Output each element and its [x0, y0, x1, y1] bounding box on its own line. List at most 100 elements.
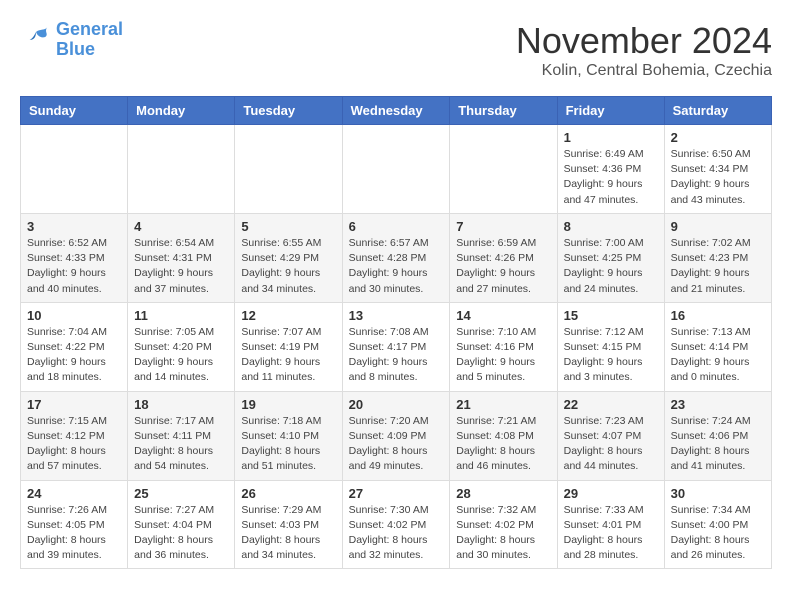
calendar-week-row: 24 Sunrise: 7:26 AM Sunset: 4:05 PM Dayli…	[21, 480, 772, 569]
day-info: Sunrise: 7:15 AM Sunset: 4:12 PM Dayligh…	[27, 414, 121, 475]
day-number: 27	[349, 486, 444, 501]
calendar-header-row: SundayMondayTuesdayWednesdayThursdayFrid…	[21, 97, 772, 125]
day-info: Sunrise: 7:13 AM Sunset: 4:14 PM Dayligh…	[671, 325, 765, 386]
calendar-cell: 7 Sunrise: 6:59 AM Sunset: 4:26 PM Daylig…	[450, 213, 557, 302]
day-number: 22	[564, 397, 658, 412]
day-number: 1	[564, 130, 658, 145]
calendar-cell: 30Sunrise: 7:34 AM Sunset: 4:00 PM Dayli…	[664, 480, 771, 569]
day-info: Sunrise: 6:54 AM Sunset: 4:31 PM Dayligh…	[134, 236, 228, 297]
day-number: 11	[134, 308, 228, 323]
day-number: 16	[671, 308, 765, 323]
calendar-cell: 4 Sunrise: 6:54 AM Sunset: 4:31 PM Daylig…	[128, 213, 235, 302]
day-info: Sunrise: 7:04 AM Sunset: 4:22 PM Dayligh…	[27, 325, 121, 386]
day-info: Sunrise: 7:26 AM Sunset: 4:05 PM Dayligh…	[27, 503, 121, 564]
day-number: 21	[456, 397, 550, 412]
calendar-cell: 3 Sunrise: 6:52 AM Sunset: 4:33 PM Daylig…	[21, 213, 128, 302]
calendar-cell: 2 Sunrise: 6:50 AM Sunset: 4:34 PM Daylig…	[664, 125, 771, 214]
day-info: Sunrise: 7:32 AM Sunset: 4:02 PM Dayligh…	[456, 503, 550, 564]
day-info: Sunrise: 7:27 AM Sunset: 4:04 PM Dayligh…	[134, 503, 228, 564]
day-number: 3	[27, 219, 121, 234]
day-number: 29	[564, 486, 658, 501]
calendar-cell	[21, 125, 128, 214]
calendar-header-thursday: Thursday	[450, 97, 557, 125]
day-number: 20	[349, 397, 444, 412]
calendar-header-wednesday: Wednesday	[342, 97, 450, 125]
page-header: General Blue November 2024 Kolin, Centra…	[20, 20, 772, 80]
logo-text: General Blue	[56, 20, 123, 60]
day-info: Sunrise: 7:23 AM Sunset: 4:07 PM Dayligh…	[564, 414, 658, 475]
day-info: Sunrise: 7:21 AM Sunset: 4:08 PM Dayligh…	[456, 414, 550, 475]
calendar-cell	[342, 125, 450, 214]
day-number: 5	[241, 219, 335, 234]
day-info: Sunrise: 7:33 AM Sunset: 4:01 PM Dayligh…	[564, 503, 658, 564]
day-info: Sunrise: 6:55 AM Sunset: 4:29 PM Dayligh…	[241, 236, 335, 297]
day-number: 10	[27, 308, 121, 323]
day-number: 6	[349, 219, 444, 234]
day-info: Sunrise: 7:18 AM Sunset: 4:10 PM Dayligh…	[241, 414, 335, 475]
calendar-cell: 9Sunrise: 7:02 AM Sunset: 4:23 PM Daylig…	[664, 213, 771, 302]
day-number: 15	[564, 308, 658, 323]
calendar-cell	[128, 125, 235, 214]
day-info: Sunrise: 7:08 AM Sunset: 4:17 PM Dayligh…	[349, 325, 444, 386]
calendar-week-row: 10 Sunrise: 7:04 AM Sunset: 4:22 PM Dayli…	[21, 302, 772, 391]
day-number: 24	[27, 486, 121, 501]
calendar-cell: 28 Sunrise: 7:32 AM Sunset: 4:02 PM Dayli…	[450, 480, 557, 569]
day-number: 12	[241, 308, 335, 323]
day-info: Sunrise: 6:57 AM Sunset: 4:28 PM Dayligh…	[349, 236, 444, 297]
day-number: 26	[241, 486, 335, 501]
calendar-cell: 19Sunrise: 7:18 AM Sunset: 4:10 PM Dayli…	[235, 391, 342, 480]
day-number: 23	[671, 397, 765, 412]
calendar-header-tuesday: Tuesday	[235, 97, 342, 125]
calendar-cell: 12Sunrise: 7:07 AM Sunset: 4:19 PM Dayli…	[235, 302, 342, 391]
day-info: Sunrise: 7:20 AM Sunset: 4:09 PM Dayligh…	[349, 414, 444, 475]
calendar-header-sunday: Sunday	[21, 97, 128, 125]
location-title: Kolin, Central Bohemia, Czechia	[516, 62, 772, 80]
calendar-cell: 20 Sunrise: 7:20 AM Sunset: 4:09 PM Dayli…	[342, 391, 450, 480]
calendar-cell: 6 Sunrise: 6:57 AM Sunset: 4:28 PM Daylig…	[342, 213, 450, 302]
calendar-week-row: 3 Sunrise: 6:52 AM Sunset: 4:33 PM Daylig…	[21, 213, 772, 302]
day-info: Sunrise: 7:30 AM Sunset: 4:02 PM Dayligh…	[349, 503, 444, 564]
calendar-header-friday: Friday	[557, 97, 664, 125]
day-number: 28	[456, 486, 550, 501]
calendar-cell: 21 Sunrise: 7:21 AM Sunset: 4:08 PM Dayli…	[450, 391, 557, 480]
day-number: 18	[134, 397, 228, 412]
calendar-cell: 16 Sunrise: 7:13 AM Sunset: 4:14 PM Dayli…	[664, 302, 771, 391]
day-info: Sunrise: 6:49 AM Sunset: 4:36 PM Dayligh…	[564, 147, 658, 208]
day-info: Sunrise: 7:05 AM Sunset: 4:20 PM Dayligh…	[134, 325, 228, 386]
calendar-header-saturday: Saturday	[664, 97, 771, 125]
day-info: Sunrise: 6:52 AM Sunset: 4:33 PM Dayligh…	[27, 236, 121, 297]
calendar-cell: 1 Sunrise: 6:49 AM Sunset: 4:36 PM Daylig…	[557, 125, 664, 214]
calendar-week-row: 17 Sunrise: 7:15 AM Sunset: 4:12 PM Dayli…	[21, 391, 772, 480]
calendar-cell: 15Sunrise: 7:12 AM Sunset: 4:15 PM Dayli…	[557, 302, 664, 391]
day-number: 17	[27, 397, 121, 412]
calendar-cell	[235, 125, 342, 214]
day-number: 7	[456, 219, 550, 234]
calendar-cell: 25 Sunrise: 7:27 AM Sunset: 4:04 PM Dayli…	[128, 480, 235, 569]
day-number: 4	[134, 219, 228, 234]
calendar-cell: 22 Sunrise: 7:23 AM Sunset: 4:07 PM Dayli…	[557, 391, 664, 480]
calendar-cell: 11 Sunrise: 7:05 AM Sunset: 4:20 PM Dayli…	[128, 302, 235, 391]
calendar-header-monday: Monday	[128, 97, 235, 125]
day-number: 14	[456, 308, 550, 323]
month-title: November 2024	[516, 20, 772, 62]
logo-icon	[20, 24, 52, 56]
title-block: November 2024 Kolin, Central Bohemia, Cz…	[516, 20, 772, 80]
calendar-cell: 13Sunrise: 7:08 AM Sunset: 4:17 PM Dayli…	[342, 302, 450, 391]
calendar-cell: 17 Sunrise: 7:15 AM Sunset: 4:12 PM Dayli…	[21, 391, 128, 480]
calendar-cell: 24 Sunrise: 7:26 AM Sunset: 4:05 PM Dayli…	[21, 480, 128, 569]
day-number: 2	[671, 130, 765, 145]
day-number: 30	[671, 486, 765, 501]
day-info: Sunrise: 6:50 AM Sunset: 4:34 PM Dayligh…	[671, 147, 765, 208]
calendar-cell: 5 Sunrise: 6:55 AM Sunset: 4:29 PM Daylig…	[235, 213, 342, 302]
day-info: Sunrise: 6:59 AM Sunset: 4:26 PM Dayligh…	[456, 236, 550, 297]
day-info: Sunrise: 7:00 AM Sunset: 4:25 PM Dayligh…	[564, 236, 658, 297]
calendar-cell: 10 Sunrise: 7:04 AM Sunset: 4:22 PM Dayli…	[21, 302, 128, 391]
calendar-week-row: 1 Sunrise: 6:49 AM Sunset: 4:36 PM Daylig…	[21, 125, 772, 214]
calendar-cell: 27 Sunrise: 7:30 AM Sunset: 4:02 PM Dayli…	[342, 480, 450, 569]
day-number: 8	[564, 219, 658, 234]
calendar-table: SundayMondayTuesdayWednesdayThursdayFrid…	[20, 96, 772, 569]
day-number: 25	[134, 486, 228, 501]
day-info: Sunrise: 7:24 AM Sunset: 4:06 PM Dayligh…	[671, 414, 765, 475]
calendar-cell: 29 Sunrise: 7:33 AM Sunset: 4:01 PM Dayli…	[557, 480, 664, 569]
day-number: 9	[671, 219, 765, 234]
